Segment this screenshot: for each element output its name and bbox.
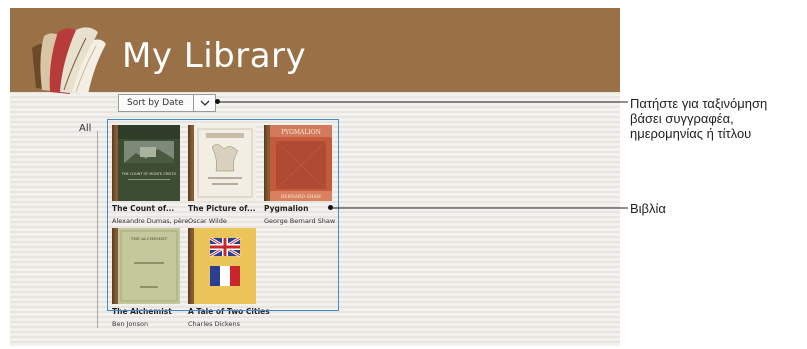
sort-dropdown[interactable]: Sort by Date — [118, 94, 216, 112]
group-divider — [97, 131, 98, 328]
callout-sort-line1: Πατήστε για ταξινόμηση — [630, 96, 768, 111]
library-app-window: My Library Sort by Date All THE COUNT OF… — [10, 8, 620, 346]
sort-divider — [193, 95, 194, 111]
page-title: My Library — [122, 36, 307, 76]
callout-dot-books — [328, 205, 333, 210]
callout-sort-line2: βάσει συγγραφέα, — [630, 111, 734, 126]
callout-dot-sort — [215, 99, 220, 104]
app-header: My Library — [10, 8, 620, 94]
book-author: Charles Dickens — [188, 320, 240, 328]
books-selection-box — [107, 119, 339, 311]
group-label-all: All — [79, 123, 92, 134]
book-author: Ben Jonson — [112, 320, 149, 328]
callout-sort-line3: ημερομηνίας ή τίτλου — [630, 126, 752, 141]
chevron-down-icon[interactable] — [196, 96, 214, 110]
sort-dropdown-label: Sort by Date — [127, 98, 184, 108]
callout-books: Βιβλία — [630, 201, 666, 216]
callout-sort: Πατήστε για ταξινόμηση βάσει συγγραφέα, … — [630, 96, 767, 141]
library-books-logo-icon — [32, 27, 106, 94]
